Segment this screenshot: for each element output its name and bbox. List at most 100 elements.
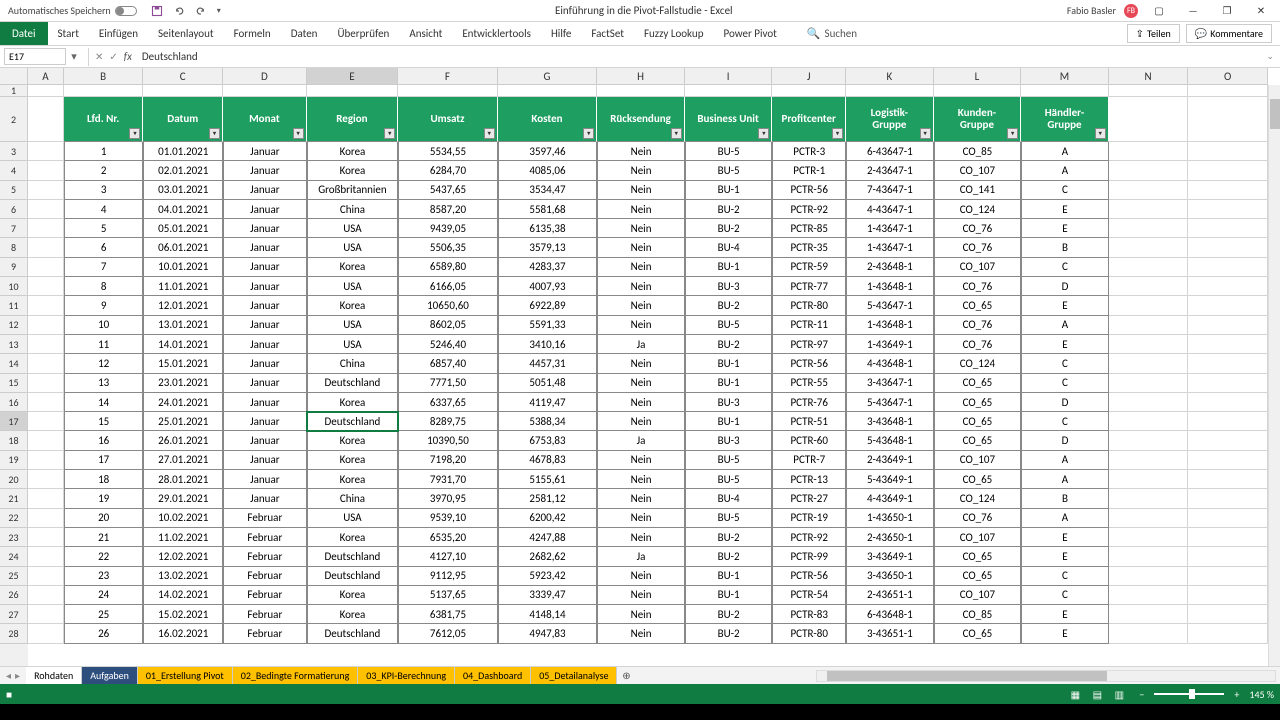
- row-header-3[interactable]: 3: [0, 142, 28, 161]
- cell[interactable]: 22: [64, 547, 144, 566]
- cell[interactable]: 9112,95: [398, 567, 498, 586]
- cell[interactable]: Januar: [223, 451, 307, 470]
- cell[interactable]: 4085,06: [498, 161, 598, 180]
- cell[interactable]: Korea: [307, 605, 399, 624]
- cell[interactable]: 5-43647-1: [846, 393, 934, 412]
- cell[interactable]: 5591,33: [498, 316, 598, 335]
- cell[interactable]: Nein: [597, 624, 685, 643]
- cell[interactable]: [1188, 200, 1268, 219]
- row-header-27[interactable]: 27: [0, 605, 28, 624]
- cell[interactable]: CO_76: [934, 316, 1022, 335]
- filter-icon[interactable]: ▾: [671, 128, 682, 139]
- cell[interactable]: PCTR-56: [772, 181, 846, 200]
- ribbon-display-icon[interactable]: ▢: [1146, 1, 1172, 21]
- cell[interactable]: Nein: [597, 393, 685, 412]
- row-header-9[interactable]: 9: [0, 258, 28, 277]
- zoom-in-icon[interactable]: +: [1234, 688, 1239, 701]
- cell[interactable]: 6337,65: [398, 393, 498, 412]
- sheet-nav[interactable]: ◂▸: [0, 667, 26, 684]
- cell[interactable]: Ja: [597, 547, 685, 566]
- cell[interactable]: [28, 85, 64, 97]
- cell[interactable]: USA: [307, 238, 399, 257]
- cell[interactable]: Nein: [597, 142, 685, 161]
- cell[interactable]: D: [1021, 393, 1109, 412]
- table-header[interactable]: Business Unit▾: [685, 97, 773, 142]
- cell[interactable]: 1-43649-1: [846, 335, 934, 354]
- table-header[interactable]: Kosten▾: [498, 97, 598, 142]
- cell[interactable]: 5506,35: [398, 238, 498, 257]
- cell[interactable]: [28, 238, 64, 257]
- cell[interactable]: 6200,42: [498, 509, 598, 528]
- cell[interactable]: [1109, 161, 1189, 180]
- cell[interactable]: PCTR-3: [772, 142, 846, 161]
- cell[interactable]: 1-43650-1: [846, 509, 934, 528]
- cell[interactable]: Januar: [223, 489, 307, 508]
- cell[interactable]: 3-43647-1: [846, 374, 934, 393]
- cell[interactable]: BU-5: [685, 509, 773, 528]
- cell[interactable]: 10.02.2021: [143, 509, 223, 528]
- cell[interactable]: PCTR-56: [772, 354, 846, 373]
- ribbon-tab-fuzzy lookup[interactable]: Fuzzy Lookup: [634, 22, 714, 45]
- column-header-M[interactable]: M: [1021, 68, 1109, 85]
- share-button[interactable]: ⇪Teilen: [1127, 24, 1180, 43]
- cell[interactable]: CO_65: [934, 624, 1022, 643]
- cell[interactable]: 5437,65: [398, 181, 498, 200]
- row-header-28[interactable]: 28: [0, 624, 28, 643]
- user-name[interactable]: Fabio Basler: [1067, 4, 1116, 17]
- cell[interactable]: 01.01.2021: [143, 142, 223, 161]
- cell[interactable]: PCTR-99: [772, 547, 846, 566]
- cell[interactable]: Nein: [597, 605, 685, 624]
- cell[interactable]: CO_124: [934, 489, 1022, 508]
- cell[interactable]: Februar: [223, 605, 307, 624]
- cell[interactable]: 2-43647-1: [846, 161, 934, 180]
- row-header-7[interactable]: 7: [0, 219, 28, 238]
- cell[interactable]: Großbritannien: [307, 181, 399, 200]
- cell[interactable]: CO_107: [934, 586, 1022, 605]
- fx-icon[interactable]: fx: [124, 50, 132, 63]
- cell[interactable]: BU-5: [685, 161, 773, 180]
- cell[interactable]: 7612,05: [398, 624, 498, 643]
- cell[interactable]: [1021, 85, 1109, 97]
- cell[interactable]: Nein: [597, 258, 685, 277]
- filter-icon[interactable]: ▾: [758, 128, 769, 139]
- cell[interactable]: PCTR-51: [772, 412, 846, 431]
- cell[interactable]: Korea: [307, 586, 399, 605]
- cell[interactable]: A: [1021, 316, 1109, 335]
- cell[interactable]: C: [1021, 354, 1109, 373]
- cell[interactable]: 18: [64, 470, 144, 489]
- cell[interactable]: 2-43650-1: [846, 528, 934, 547]
- cell[interactable]: 27.01.2021: [143, 451, 223, 470]
- cell[interactable]: CO_76: [934, 509, 1022, 528]
- cell[interactable]: 7771,50: [398, 374, 498, 393]
- cell[interactable]: 16.02.2021: [143, 624, 223, 643]
- row-header-25[interactable]: 25: [0, 567, 28, 586]
- sheet-tab[interactable]: 01_Erstellung Pivot: [138, 667, 233, 684]
- cell[interactable]: E: [1021, 624, 1109, 643]
- row-header-21[interactable]: 21: [0, 489, 28, 508]
- sheet-tab[interactable]: Aufgaben: [82, 667, 138, 684]
- cell[interactable]: 12.01.2021: [143, 296, 223, 315]
- cell[interactable]: [28, 509, 64, 528]
- cell[interactable]: CO_85: [934, 605, 1022, 624]
- table-header[interactable]: Kunden-Gruppe▾: [934, 97, 1022, 142]
- column-header-F[interactable]: F: [398, 68, 498, 85]
- filter-icon[interactable]: ▾: [920, 128, 931, 139]
- cell[interactable]: [307, 85, 399, 97]
- cell[interactable]: CO_107: [934, 528, 1022, 547]
- cell[interactable]: Januar: [223, 238, 307, 257]
- cell[interactable]: 19: [64, 489, 144, 508]
- cell[interactable]: 6-43647-1: [846, 142, 934, 161]
- cell[interactable]: 25: [64, 605, 144, 624]
- cell[interactable]: 3-43651-1: [846, 624, 934, 643]
- cell[interactable]: 4: [64, 200, 144, 219]
- cell[interactable]: PCTR-11: [772, 316, 846, 335]
- filter-icon[interactable]: ▾: [832, 128, 843, 139]
- horizontal-scrollbar[interactable]: [635, 667, 1280, 684]
- cell[interactable]: CO_76: [934, 335, 1022, 354]
- cell[interactable]: BU-3: [685, 393, 773, 412]
- cell[interactable]: [1109, 586, 1189, 605]
- cell[interactable]: 4283,37: [498, 258, 598, 277]
- cell[interactable]: PCTR-60: [772, 431, 846, 450]
- cell[interactable]: 14.02.2021: [143, 586, 223, 605]
- cell[interactable]: Januar: [223, 393, 307, 412]
